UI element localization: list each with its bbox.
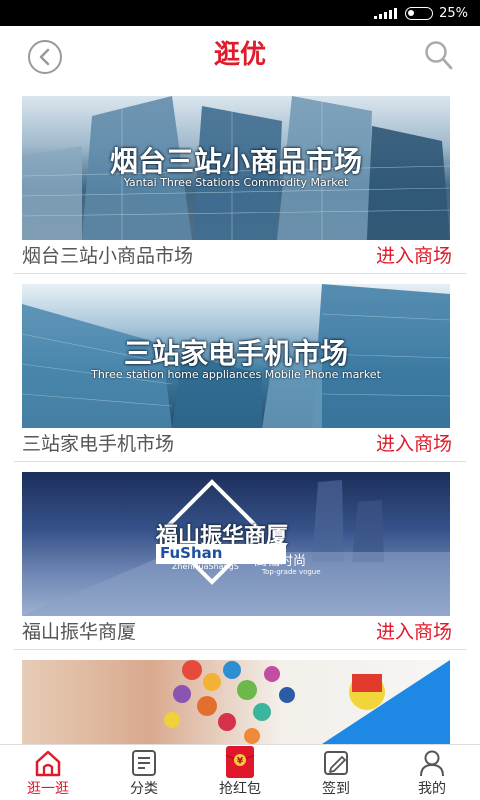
tab-red-envelope[interactable]: ¥ 抢红包: [192, 745, 288, 800]
enter-mall-link[interactable]: 进入商场: [376, 617, 452, 644]
banner-subtitle: Three station home appliances Mobile Pho…: [91, 368, 381, 381]
store-banner[interactable]: 烟台三站小商品市场 Yantai Three Stations Commodit…: [22, 96, 450, 240]
products-illustration: [164, 660, 450, 744]
store-banner[interactable]: [22, 660, 450, 744]
search-icon: [425, 41, 453, 70]
tab-label: 抢红包: [219, 781, 261, 797]
tab-checkin[interactable]: 签到: [288, 745, 384, 800]
banner-slogan: 高档时尚: [254, 554, 307, 569]
tab-label: 逛一逛: [27, 781, 69, 797]
profile-icon: [420, 750, 444, 777]
home-icon: [35, 750, 61, 777]
banner-subtitle: ZhenHuaShangS: [172, 562, 239, 571]
banner-subtitle: Yantai Three Stations Commodity Market: [123, 176, 349, 189]
battery-icon: [405, 6, 434, 20]
tab-label: 分类: [130, 781, 158, 797]
banner-title: 烟台三站小商品市场: [109, 145, 362, 178]
bottom-tab-bar: 逛一逛 分类 ¥ 抢红包 签到 我的: [0, 744, 480, 800]
checkin-icon: [324, 751, 348, 775]
battery-level: 25%: [439, 5, 468, 21]
store-name: 烟台三站小商品市场: [22, 245, 194, 267]
divider: [14, 273, 466, 274]
store-name: 福山振华商厦: [22, 621, 137, 643]
store-name: 三站家电手机市场: [22, 433, 175, 455]
red-envelope-icon: ¥: [225, 746, 255, 778]
banner-title: 三站家电手机市场: [123, 337, 348, 370]
enter-mall-link[interactable]: 进入商场: [376, 241, 452, 268]
divider: [14, 461, 466, 462]
svg-text:¥: ¥: [237, 757, 244, 767]
page-title: 逛优: [213, 40, 266, 70]
store-banner[interactable]: 三站家电手机市场 Three station home appliances M…: [22, 284, 450, 428]
tab-home[interactable]: 逛一逛: [0, 745, 96, 800]
enter-mall-link[interactable]: 进入商场: [376, 429, 452, 456]
tab-label: 签到: [322, 781, 350, 797]
signal-icon: [374, 7, 398, 19]
store-banner[interactable]: 福山振华商厦 FuShan ZhenHuaShangS 高档时尚 Top-gra…: [22, 472, 450, 616]
category-icon: [132, 750, 156, 776]
search-button[interactable]: [424, 40, 454, 76]
banner-slogan-en: Top-grade vogue: [262, 568, 321, 576]
divider: [14, 649, 466, 650]
tab-category[interactable]: 分类: [96, 745, 192, 800]
banner-subtitle: FuShan: [160, 544, 223, 562]
status-bar: 25%: [0, 0, 480, 26]
tab-profile[interactable]: 我的: [384, 745, 480, 800]
header: 逛优: [0, 26, 480, 88]
tab-label: 我的: [418, 781, 446, 797]
